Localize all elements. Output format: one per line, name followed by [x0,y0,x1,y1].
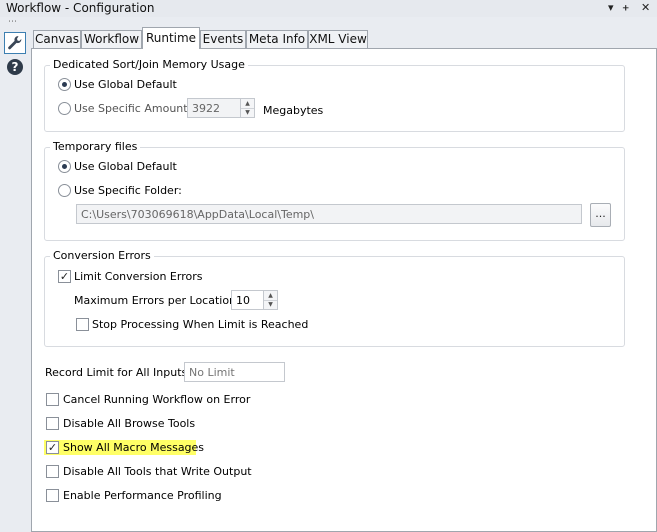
limit-conversion-label: Limit Conversion Errors [74,270,203,283]
help-icon[interactable]: ? [7,59,23,75]
temp-folder-field[interactable]: C:\Users\703069618\AppData\Local\Temp\ [76,204,582,224]
disable-write-output-label: Disable All Tools that Write Output [63,465,252,478]
memory-amount-stepper[interactable]: ▲ ▼ [240,99,254,117]
show-macro-messages-checkbox[interactable]: ✓ [46,441,59,454]
stop-processing-checkbox[interactable] [76,318,89,331]
memory-amount-value: 3922 [192,102,220,115]
dropdown-icon[interactable]: ▾ [608,1,614,15]
memory-specific-radio[interactable] [58,102,71,115]
cancel-on-error-checkbox[interactable] [46,393,59,406]
performance-profiling-label: Enable Performance Profiling [63,489,222,502]
tab-workflow[interactable]: Workflow [81,30,142,48]
grip-icon[interactable]: ⋯ [8,17,18,27]
temp-legend: Temporary files [50,140,141,153]
tab-meta-info[interactable]: Meta Info [246,30,308,48]
temp-global-label: Use Global Default [74,160,177,173]
memory-group [44,65,625,132]
record-limit-label: Record Limit for All Inputs: [45,366,191,379]
show-macro-messages-label: Show All Macro Messages [63,441,205,454]
pin-icon[interactable]: ᚐ [623,1,628,15]
check-icon: ✓ [59,270,70,283]
memory-global-radio[interactable] [58,78,71,91]
tab-events[interactable]: Events [200,30,246,48]
runtime-panel: Dedicated Sort/Join Memory Usage Use Glo… [31,48,657,532]
temp-specific-label: Use Specific Folder: [74,184,182,197]
check-icon: ✓ [47,441,58,454]
window-title: Workflow - Configuration [6,1,155,15]
tab-runtime[interactable]: Runtime [142,27,200,49]
cancel-on-error-label: Cancel Running Workflow on Error [63,393,251,406]
max-errors-stepper[interactable]: ▲ ▼ [263,291,277,309]
spin-down-icon[interactable]: ▼ [264,300,277,309]
memory-specific-label: Use Specific Amount: [74,102,192,115]
conversion-legend: Conversion Errors [50,249,154,262]
disable-browse-label: Disable All Browse Tools [63,417,196,430]
max-errors-label: Maximum Errors per Location: [74,294,240,307]
memory-unit-label: Megabytes [263,104,324,117]
record-limit-input[interactable] [184,362,285,382]
stop-processing-label: Stop Processing When Limit is Reached [92,318,309,331]
disable-browse-checkbox[interactable] [46,417,59,430]
limit-conversion-checkbox[interactable]: ✓ [58,270,71,283]
spin-down-icon[interactable]: ▼ [241,108,254,117]
tab-canvas[interactable]: Canvas [33,30,81,48]
wrench-icon[interactable] [4,32,26,54]
max-errors-value: 10 [236,294,250,307]
memory-global-label: Use Global Default [74,78,177,91]
temp-specific-radio[interactable] [58,184,71,197]
memory-legend: Dedicated Sort/Join Memory Usage [50,58,248,71]
temp-folder-value: C:\Users\703069618\AppData\Local\Temp\ [81,208,314,221]
tab-xml-view[interactable]: XML View [308,30,368,48]
close-icon[interactable]: ✕ [641,1,650,15]
performance-profiling-checkbox[interactable] [46,489,59,502]
browse-folder-button[interactable]: ... [590,203,611,227]
disable-write-output-checkbox[interactable] [46,465,59,478]
temp-global-radio[interactable] [58,160,71,173]
